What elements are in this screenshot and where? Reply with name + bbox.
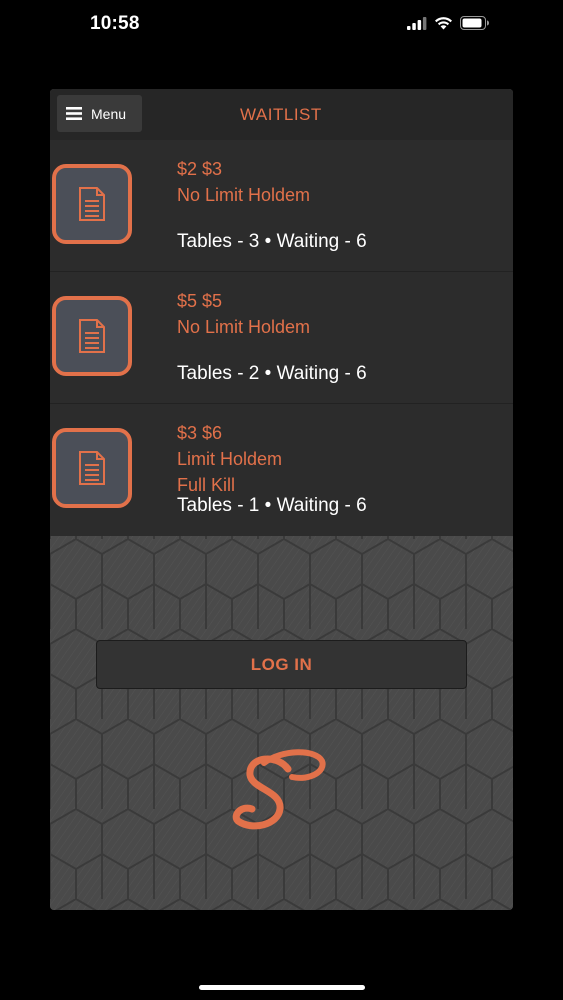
game-stakes: $5 $5 [177, 291, 223, 311]
cellular-signal-icon [407, 16, 427, 30]
app-panel: Menu WAITLIST $2 $3 No Limit Holdem Tabl… [50, 89, 513, 910]
hamburger-icon [66, 107, 82, 120]
game-list-item[interactable]: $2 $3 No Limit Holdem Tables - 3 • Waiti… [50, 140, 513, 272]
game-stakes: $3 $6 [177, 423, 223, 443]
game-list: $2 $3 No Limit Holdem Tables - 3 • Waiti… [50, 140, 513, 536]
script-s-logo [230, 747, 330, 839]
status-icons [407, 16, 489, 30]
game-info: $5 $5 No Limit Holdem [177, 288, 497, 340]
document-icon [52, 428, 132, 508]
menu-button[interactable]: Menu [57, 95, 142, 132]
phone-screen: 10:58 Menu WAITLIST $2 $3 No Limit Holde… [0, 0, 563, 1000]
game-name: No Limit Holdem [177, 185, 311, 205]
game-meta: Tables - 2 • Waiting - 6 [177, 363, 367, 384]
game-info: $3 $6 Limit Holdem Full Kill [177, 420, 497, 498]
document-icon [52, 296, 132, 376]
game-list-item[interactable]: $3 $6 Limit Holdem Full Kill Tables - 1 … [50, 404, 513, 536]
game-stakes: $2 $3 [177, 159, 223, 179]
document-icon [52, 164, 132, 244]
game-meta: Tables - 3 • Waiting - 6 [177, 231, 367, 252]
status-bar: 10:58 [0, 0, 563, 50]
page-title: WAITLIST [240, 105, 322, 124]
battery-icon [460, 16, 489, 30]
game-name: No Limit Holdem [177, 317, 311, 337]
game-name: Limit Holdem [177, 449, 283, 469]
game-meta: Tables - 1 • Waiting - 6 [177, 495, 367, 516]
menu-label: Menu [91, 105, 127, 122]
login-button[interactable]: LOG IN [96, 640, 467, 689]
wifi-icon [434, 16, 453, 30]
top-bar: Menu WAITLIST [50, 89, 513, 140]
status-time: 10:58 [90, 13, 140, 34]
game-list-item[interactable]: $5 $5 No Limit Holdem Tables - 2 • Waiti… [50, 272, 513, 404]
home-indicator [199, 985, 365, 990]
game-info: $2 $3 No Limit Holdem [177, 156, 497, 208]
